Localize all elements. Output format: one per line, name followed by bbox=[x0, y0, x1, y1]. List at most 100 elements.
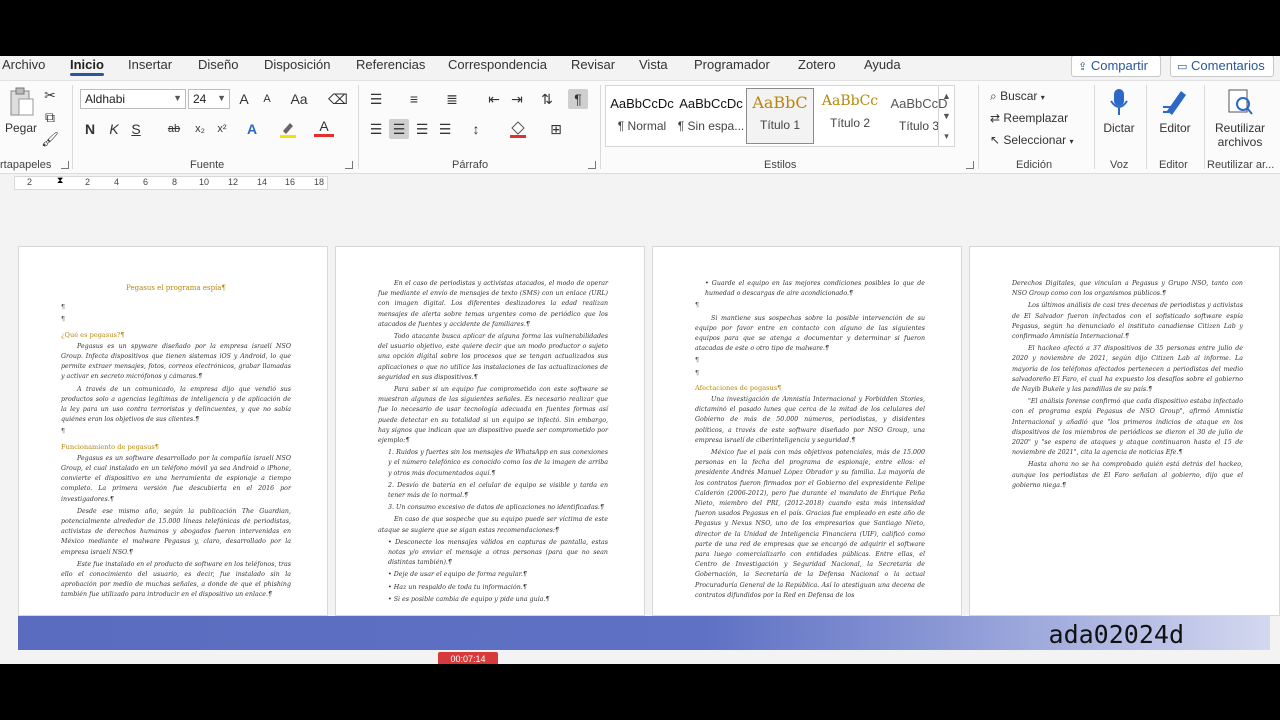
borders-icon[interactable]: ⊞ bbox=[546, 119, 566, 139]
paragraph-mark: ¶ bbox=[695, 369, 700, 377]
body-paragraph: Pegasus es un software desarrollado por … bbox=[61, 454, 291, 503]
clear-format-icon[interactable]: ⌫ bbox=[328, 89, 348, 109]
style-normal[interactable]: AaBbCcDc ¶ Normal bbox=[608, 88, 676, 144]
superscript-button[interactable]: x² bbox=[212, 119, 232, 139]
paragraph-mark: ¶ bbox=[695, 302, 700, 310]
list-item: 2. Desvío de batería en el celular de eq… bbox=[388, 481, 608, 500]
underline-button[interactable]: S bbox=[126, 119, 146, 139]
body-paragraph: Los últimos análisis de casi tres decena… bbox=[1012, 302, 1243, 341]
tab-referencias[interactable]: Referencias bbox=[356, 57, 425, 72]
list-item: 3. Un consumo excesivo de datos de aplic… bbox=[388, 504, 604, 512]
group-divider bbox=[358, 85, 359, 169]
document-page-3[interactable]: • Guarde el equipo en las mejores condic… bbox=[652, 246, 962, 616]
highlighter-svg bbox=[280, 123, 296, 138]
style-heading-2[interactable]: AaBbCc Título 2 bbox=[816, 88, 884, 144]
document-page-4[interactable]: Derechos Digitales, que vinculan a Pegas… bbox=[969, 246, 1280, 616]
tab-zotero[interactable]: Zotero bbox=[798, 57, 836, 72]
italic-button[interactable]: K bbox=[104, 119, 124, 139]
align-center-icon[interactable]: ☰ bbox=[389, 119, 409, 139]
replace-icon: ⇄ bbox=[990, 111, 1001, 125]
list-item: • Guarde el equipo en las mejores condic… bbox=[705, 280, 925, 298]
page-1-text: Pegasus el programa espía¶ ¶ ¶ ¿Qué es p… bbox=[61, 281, 291, 603]
subscript-button[interactable]: x₂ bbox=[190, 119, 210, 139]
style-no-spacing[interactable]: AaBbCcDc ¶ Sin espa... bbox=[677, 88, 745, 144]
body-paragraph: Este fue instalado en el producto de sof… bbox=[61, 560, 291, 599]
bullets-icon[interactable]: ☰ bbox=[366, 89, 386, 109]
align-right-icon[interactable]: ☰ bbox=[412, 119, 432, 139]
find-button[interactable]: ⌕ Buscar ▾ bbox=[990, 89, 1045, 104]
text-effects-icon[interactable]: A bbox=[242, 119, 262, 139]
font-name-combo[interactable]: Aldhabi ▼ bbox=[80, 89, 186, 109]
paste-label: Pegar bbox=[4, 121, 38, 135]
format-painter-icon[interactable]: 🖌 bbox=[40, 129, 60, 149]
align-left-icon[interactable]: ☰ bbox=[366, 119, 386, 139]
section-heading: Funcionamiento de pegasus¶ bbox=[61, 442, 159, 451]
page-2-text: En el caso de periodistas y activistas a… bbox=[378, 279, 608, 607]
clipboard-launcher-icon[interactable] bbox=[61, 161, 69, 169]
tab-vista[interactable]: Vista bbox=[639, 57, 668, 72]
sort-icon[interactable]: ⇅ bbox=[537, 89, 557, 109]
font-launcher-icon[interactable] bbox=[345, 161, 353, 169]
reuse-files-label-2: archivos bbox=[1217, 135, 1263, 149]
style-heading-1[interactable]: AaBbC Título 1 bbox=[746, 88, 814, 144]
gallery-more[interactable]: ▾ bbox=[938, 126, 954, 146]
gallery-scroll-down[interactable]: ▼ bbox=[938, 106, 954, 126]
comment-icon: ▭ bbox=[1177, 61, 1188, 73]
page-3-text: • Guarde el equipo en las mejores condic… bbox=[695, 279, 925, 603]
body-paragraph: "El análisis forense confirmó que cada d… bbox=[1012, 398, 1243, 457]
tab-correspondencia[interactable]: Correspondencia bbox=[448, 57, 547, 72]
tab-programador[interactable]: Programador bbox=[694, 57, 770, 72]
cut-icon[interactable]: ✂ bbox=[40, 85, 60, 105]
share-button[interactable]: ⇪ Compartir bbox=[1071, 56, 1161, 77]
font-size-combo[interactable]: 24 ▼ bbox=[188, 89, 230, 109]
tab-disposicion[interactable]: Disposición bbox=[264, 57, 330, 72]
increase-indent-icon[interactable]: ⇥ bbox=[507, 89, 527, 109]
document-page-1[interactable]: Pegasus el programa espía¶ ¶ ¶ ¿Qué es p… bbox=[18, 246, 328, 616]
decrease-indent-icon[interactable]: ⇤ bbox=[484, 89, 504, 109]
ruler-tick: 6 bbox=[143, 177, 149, 187]
shading-icon[interactable] bbox=[508, 119, 528, 139]
tab-ayuda[interactable]: Ayuda bbox=[864, 57, 901, 72]
bold-button[interactable]: N bbox=[80, 119, 100, 139]
style-name: ¶ Normal bbox=[617, 119, 667, 133]
tab-insertar[interactable]: Insertar bbox=[128, 57, 172, 72]
replace-button[interactable]: ⇄ Reemplazar bbox=[990, 111, 1068, 125]
style-sample: AaBbCcDc bbox=[679, 96, 743, 111]
font-color-icon[interactable]: A bbox=[314, 117, 334, 137]
tab-archivo[interactable]: Archivo bbox=[2, 57, 45, 72]
paste-button[interactable]: Pegar bbox=[4, 87, 38, 135]
justify-icon[interactable]: ☰ bbox=[435, 119, 455, 139]
highlight-icon[interactable] bbox=[278, 119, 298, 139]
editor-button[interactable]: Editor bbox=[1154, 87, 1196, 135]
grow-font-icon[interactable]: A bbox=[234, 89, 254, 109]
paragraph-launcher-icon[interactable] bbox=[588, 161, 596, 169]
dictate-button[interactable]: Dictar bbox=[1100, 87, 1138, 135]
tab-revisar[interactable]: Revisar bbox=[571, 57, 615, 72]
horizontal-ruler[interactable]: 2 ⧗ 2 4 6 8 10 12 14 16 18 bbox=[14, 175, 328, 190]
comments-button[interactable]: ▭ Comentarios bbox=[1170, 56, 1274, 77]
video-overlay-band: ada02024d bbox=[18, 616, 1270, 650]
indent-marker-icon[interactable]: ⧗ bbox=[57, 175, 63, 186]
multilevel-list-icon[interactable]: ≣ bbox=[442, 89, 462, 109]
reuse-files-button[interactable]: Reutilizar archivos bbox=[1210, 87, 1270, 149]
change-case-icon[interactable]: Aa bbox=[286, 89, 312, 109]
styles-launcher-icon[interactable] bbox=[966, 161, 974, 169]
shrink-font-icon[interactable]: A bbox=[257, 89, 277, 109]
line-spacing-icon[interactable]: ↕ bbox=[466, 119, 486, 139]
select-button[interactable]: ↖ Seleccionar ▾ bbox=[990, 133, 1073, 147]
document-page-2[interactable]: En el caso de periodistas y activistas a… bbox=[335, 246, 645, 616]
style-sample: AaBbCcDc bbox=[610, 96, 674, 111]
numbering-icon[interactable]: ≡ bbox=[404, 89, 424, 109]
group-divider bbox=[72, 85, 73, 169]
gallery-scroll-up[interactable]: ▲ bbox=[938, 86, 954, 106]
body-paragraph: Si mantiene sus sospechas sobre la posib… bbox=[695, 314, 925, 353]
ruler-tick: 8 bbox=[172, 177, 178, 187]
tab-diseno[interactable]: Diseño bbox=[198, 57, 238, 72]
copy-icon[interactable]: ⧉ bbox=[40, 107, 60, 127]
strikethrough-button[interactable]: ab bbox=[164, 119, 184, 139]
tab-inicio[interactable]: Inicio bbox=[70, 57, 104, 76]
list-item: • Si es posible cambia de equipo y pide … bbox=[388, 595, 550, 603]
show-marks-button[interactable]: ¶ bbox=[568, 89, 588, 109]
find-label: Buscar bbox=[1000, 89, 1038, 103]
body-paragraph: Una investigación de Amnistía Internacio… bbox=[695, 396, 925, 444]
